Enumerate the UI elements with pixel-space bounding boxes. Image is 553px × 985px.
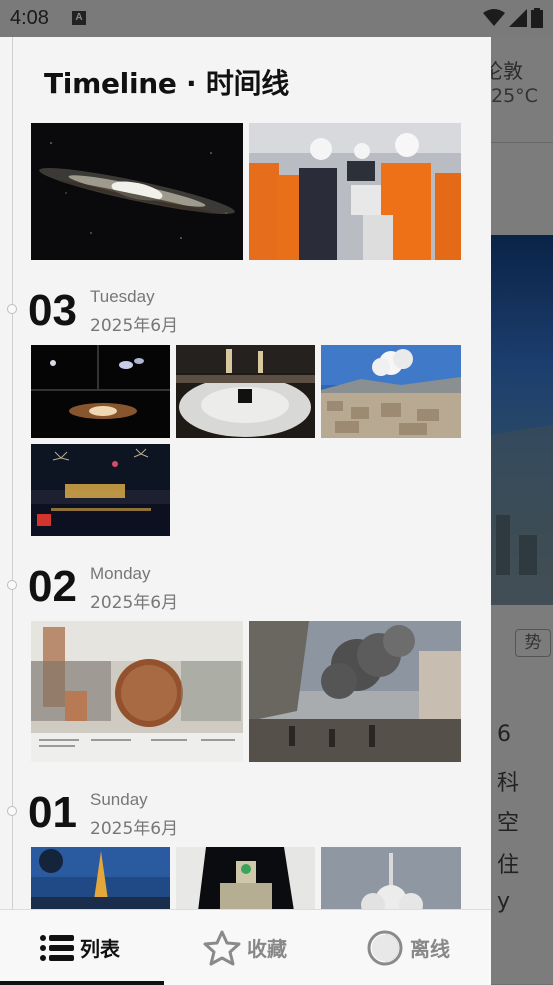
photo-galaxies-collage[interactable] [31, 345, 170, 438]
photo-volcano-city[interactable] [321, 345, 461, 438]
battery-icon [531, 8, 543, 28]
photo-mecca[interactable] [176, 345, 315, 438]
day-month: 2025年6月 [90, 593, 179, 613]
timeline-drawer: Timeline · 时间线 03 Tuesday 2025年6月 02 Mon… [0, 37, 491, 984]
timeline-marker [7, 580, 17, 590]
day-weekday: Monday [90, 564, 151, 583]
bg-text-line: 科 [497, 771, 520, 796]
nav-tab-offline[interactable]: 离线 [366, 910, 450, 985]
timeline-line [12, 37, 13, 917]
active-tab-indicator [0, 981, 164, 985]
timeline-marker [7, 304, 17, 314]
bg-text-line: 住 [497, 853, 520, 878]
photo-museum[interactable] [31, 621, 243, 762]
day-month: 2025年6月 [90, 819, 179, 839]
day-weekday: Tuesday [90, 287, 155, 306]
day-number: 01 [28, 788, 77, 837]
list-icon [40, 934, 74, 961]
day-number: 02 [28, 562, 77, 611]
nav-tab-list-label: 列表 [80, 937, 120, 961]
bg-hero-image [491, 235, 553, 605]
offline-icon [367, 930, 403, 965]
nav-tab-offline-label: 离线 [410, 937, 450, 961]
system-icons [483, 8, 543, 28]
star-icon [203, 930, 241, 965]
day-weekday: Sunday [90, 790, 148, 809]
bg-city-label: 伦敦 [483, 59, 523, 83]
timeline-marker [7, 806, 17, 816]
bottom-navigation: 列表 收藏 离线 [0, 909, 491, 985]
status-time: 4:08 [10, 7, 49, 29]
photo-rocket-launch[interactable] [321, 847, 461, 911]
status-bar: 4:08 A [0, 0, 553, 37]
nav-tab-list[interactable]: 列表 [40, 910, 120, 985]
signal-icon [509, 9, 527, 27]
photo-fireworks[interactable] [31, 444, 170, 536]
photo-ceremony[interactable] [249, 123, 461, 260]
wifi-icon [483, 9, 505, 26]
photo-galaxy[interactable] [31, 123, 243, 260]
photo-clock-tower[interactable] [176, 847, 315, 911]
drawer-title: Timeline · 时间线 [44, 67, 289, 100]
day-month: 2025年6月 [90, 316, 179, 336]
bg-tag: 势 [515, 629, 551, 657]
nav-tab-favorites-label: 收藏 [247, 937, 287, 961]
bg-text-line: 6 [497, 722, 511, 747]
bg-text-line: 空 [497, 811, 520, 836]
photo-eiffel-tower[interactable] [31, 847, 170, 911]
bg-text-line: y [497, 889, 511, 914]
photo-smoke-street[interactable] [249, 621, 461, 762]
bg-divider [491, 142, 553, 143]
nav-tab-favorites[interactable]: 收藏 [203, 910, 287, 985]
bg-temperature: 25°C [491, 85, 538, 107]
notification-icon: A [72, 11, 86, 25]
day-number: 03 [28, 286, 77, 335]
